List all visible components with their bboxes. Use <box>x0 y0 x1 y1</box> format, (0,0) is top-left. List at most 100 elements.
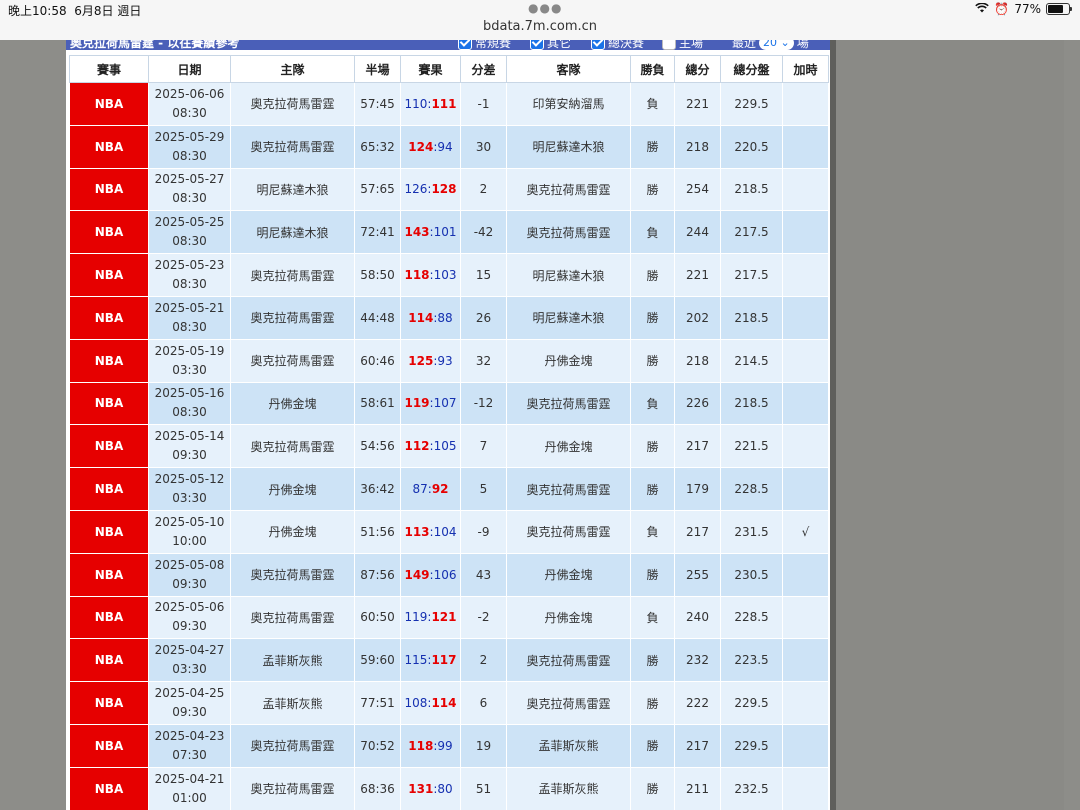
total-line: 228.5 <box>720 467 783 511</box>
league-badge[interactable]: NBA <box>69 723 149 768</box>
away-team-link[interactable]: 丹佛金塊 <box>506 424 631 469</box>
final-score[interactable]: 110:111 <box>400 82 461 126</box>
total-line: 230.5 <box>720 552 783 597</box>
away-team-link[interactable]: 丹佛金塊 <box>506 595 631 640</box>
column-header: 賽事 <box>69 55 149 83</box>
home-team-link[interactable]: 明尼蘇達木狼 <box>230 167 355 212</box>
final-score[interactable]: 118:99 <box>400 723 461 768</box>
away-team-link[interactable]: 孟菲斯灰熊 <box>506 723 631 768</box>
home-team-link[interactable]: 奧克拉荷馬雷霆 <box>230 82 355 126</box>
battery-icon <box>1046 3 1072 15</box>
away-team-link[interactable]: 丹佛金塊 <box>506 552 631 597</box>
home-team-link[interactable]: 丹佛金塊 <box>230 467 355 511</box>
final-score[interactable]: 113:104 <box>400 509 461 554</box>
away-team-link[interactable]: 明尼蘇達木狼 <box>506 295 631 340</box>
away-team-link[interactable]: 孟菲斯灰熊 <box>506 766 631 810</box>
final-score[interactable]: 119:121 <box>400 595 461 640</box>
filter-finals[interactable]: 總決賽 <box>591 40 644 51</box>
home-team-link[interactable]: 奧克拉荷馬雷霆 <box>230 723 355 768</box>
final-score[interactable]: 124:94 <box>400 124 461 169</box>
league-badge[interactable]: NBA <box>69 766 149 810</box>
away-team-link[interactable]: 奧克拉荷馬雷霆 <box>506 509 631 554</box>
final-score[interactable]: 118:103 <box>400 253 461 297</box>
checkbox-unchecked-icon[interactable] <box>662 40 676 50</box>
home-team-link[interactable]: 丹佛金塊 <box>230 381 355 426</box>
away-team-link[interactable]: 明尼蘇達木狼 <box>506 124 631 169</box>
league-badge[interactable]: NBA <box>69 82 149 126</box>
final-score[interactable]: 115:117 <box>400 638 461 683</box>
league-badge[interactable]: NBA <box>69 167 149 212</box>
home-team-link[interactable]: 奧克拉荷馬雷霆 <box>230 295 355 340</box>
table-row: NBA 2025-05-16 08:30 丹佛金塊 58:61 119:107 -12 奧克拉… <box>69 381 829 426</box>
away-team-link[interactable]: 奧克拉荷馬雷霆 <box>506 167 631 212</box>
home-team-link[interactable]: 奧克拉荷馬雷霆 <box>230 766 355 810</box>
league-badge[interactable]: NBA <box>69 681 149 725</box>
filter-other[interactable]: 其它 <box>530 40 571 51</box>
final-score[interactable]: 108:114 <box>400 681 461 725</box>
recent-count-select[interactable]: 20 ⌄ <box>759 40 794 50</box>
final-score[interactable]: 126:128 <box>400 167 461 212</box>
address-bar[interactable]: bdata.7m.com.cn <box>0 19 1080 34</box>
league-badge[interactable]: NBA <box>69 467 149 511</box>
final-score[interactable]: 119:107 <box>400 381 461 426</box>
away-team-link[interactable]: 奧克拉荷馬雷霆 <box>506 467 631 511</box>
home-team-link[interactable]: 孟菲斯灰熊 <box>230 681 355 725</box>
away-team-link[interactable]: 印第安納溜馬 <box>506 82 631 126</box>
date-cell: 2025-04-21 01:00 <box>148 766 231 810</box>
away-team-link[interactable]: 奧克拉荷馬雷霆 <box>506 681 631 725</box>
point-diff: 2 <box>460 167 507 212</box>
home-team-link[interactable]: 孟菲斯灰熊 <box>230 638 355 683</box>
final-score[interactable]: 143:101 <box>400 210 461 255</box>
overtime-mark <box>782 552 829 597</box>
final-score[interactable]: 131:80 <box>400 766 461 810</box>
home-team-link[interactable]: 丹佛金塊 <box>230 509 355 554</box>
filter-regular[interactable]: 常規賽 <box>458 40 511 51</box>
filter-home[interactable]: 主場 <box>662 40 703 51</box>
result-badge: 勝 <box>630 167 675 212</box>
league-badge[interactable]: NBA <box>69 210 149 255</box>
home-team-link[interactable]: 奧克拉荷馬雷霆 <box>230 124 355 169</box>
checkbox-checked-icon[interactable] <box>591 40 605 50</box>
league-badge[interactable]: NBA <box>69 295 149 340</box>
away-team-link[interactable]: 奧克拉荷馬雷霆 <box>506 638 631 683</box>
half-score: 87:56 <box>354 552 401 597</box>
result-badge: 負 <box>630 210 675 255</box>
home-team-link[interactable]: 奧克拉荷馬雷霆 <box>230 253 355 297</box>
league-badge[interactable]: NBA <box>69 552 149 597</box>
half-score: 59:60 <box>354 638 401 683</box>
league-badge[interactable]: NBA <box>69 338 149 383</box>
league-badge[interactable]: NBA <box>69 595 149 640</box>
home-team-link[interactable]: 奧克拉荷馬雷霆 <box>230 338 355 383</box>
result-badge: 勝 <box>630 253 675 297</box>
final-score[interactable]: 87:92 <box>400 467 461 511</box>
final-score[interactable]: 125:93 <box>400 338 461 383</box>
league-badge[interactable]: NBA <box>69 638 149 683</box>
date-text: 6月8日 週日 <box>74 4 142 18</box>
home-team-link[interactable]: 明尼蘇達木狼 <box>230 210 355 255</box>
total-line: 229.5 <box>720 723 783 768</box>
league-badge[interactable]: NBA <box>69 509 149 554</box>
checkbox-checked-icon[interactable] <box>530 40 544 50</box>
home-team-link[interactable]: 奧克拉荷馬雷霆 <box>230 424 355 469</box>
away-team-link[interactable]: 丹佛金塊 <box>506 338 631 383</box>
point-diff: 2 <box>460 638 507 683</box>
checkbox-checked-icon[interactable] <box>458 40 472 50</box>
half-score: 77:51 <box>354 681 401 725</box>
date-cell: 2025-04-23 07:30 <box>148 723 231 768</box>
home-team-link[interactable]: 奧克拉荷馬雷霆 <box>230 595 355 640</box>
final-score[interactable]: 114:88 <box>400 295 461 340</box>
away-team-link[interactable]: 奧克拉荷馬雷霆 <box>506 210 631 255</box>
results-table: 賽事 日期 主隊 半場 賽果 分差 客隊 勝負 總分 總分盤 加時 NBA 2025-06-06 08:… <box>69 55 829 810</box>
table-row: NBA 2025-04-21 01:00 奧克拉荷馬雷霆 68:36 131:80 51 孟菲… <box>69 766 829 810</box>
final-score[interactable]: 149:106 <box>400 552 461 597</box>
home-team-link[interactable]: 奧克拉荷馬雷霆 <box>230 552 355 597</box>
away-team-link[interactable]: 明尼蘇達木狼 <box>506 253 631 297</box>
league-badge[interactable]: NBA <box>69 124 149 169</box>
away-team-link[interactable]: 奧克拉荷馬雷霆 <box>506 381 631 426</box>
page-gutter-right <box>836 40 1064 810</box>
league-badge[interactable]: NBA <box>69 381 149 426</box>
tab-dots-icon[interactable]: ●●● <box>528 1 562 15</box>
final-score[interactable]: 112:105 <box>400 424 461 469</box>
league-badge[interactable]: NBA <box>69 253 149 297</box>
league-badge[interactable]: NBA <box>69 424 149 469</box>
